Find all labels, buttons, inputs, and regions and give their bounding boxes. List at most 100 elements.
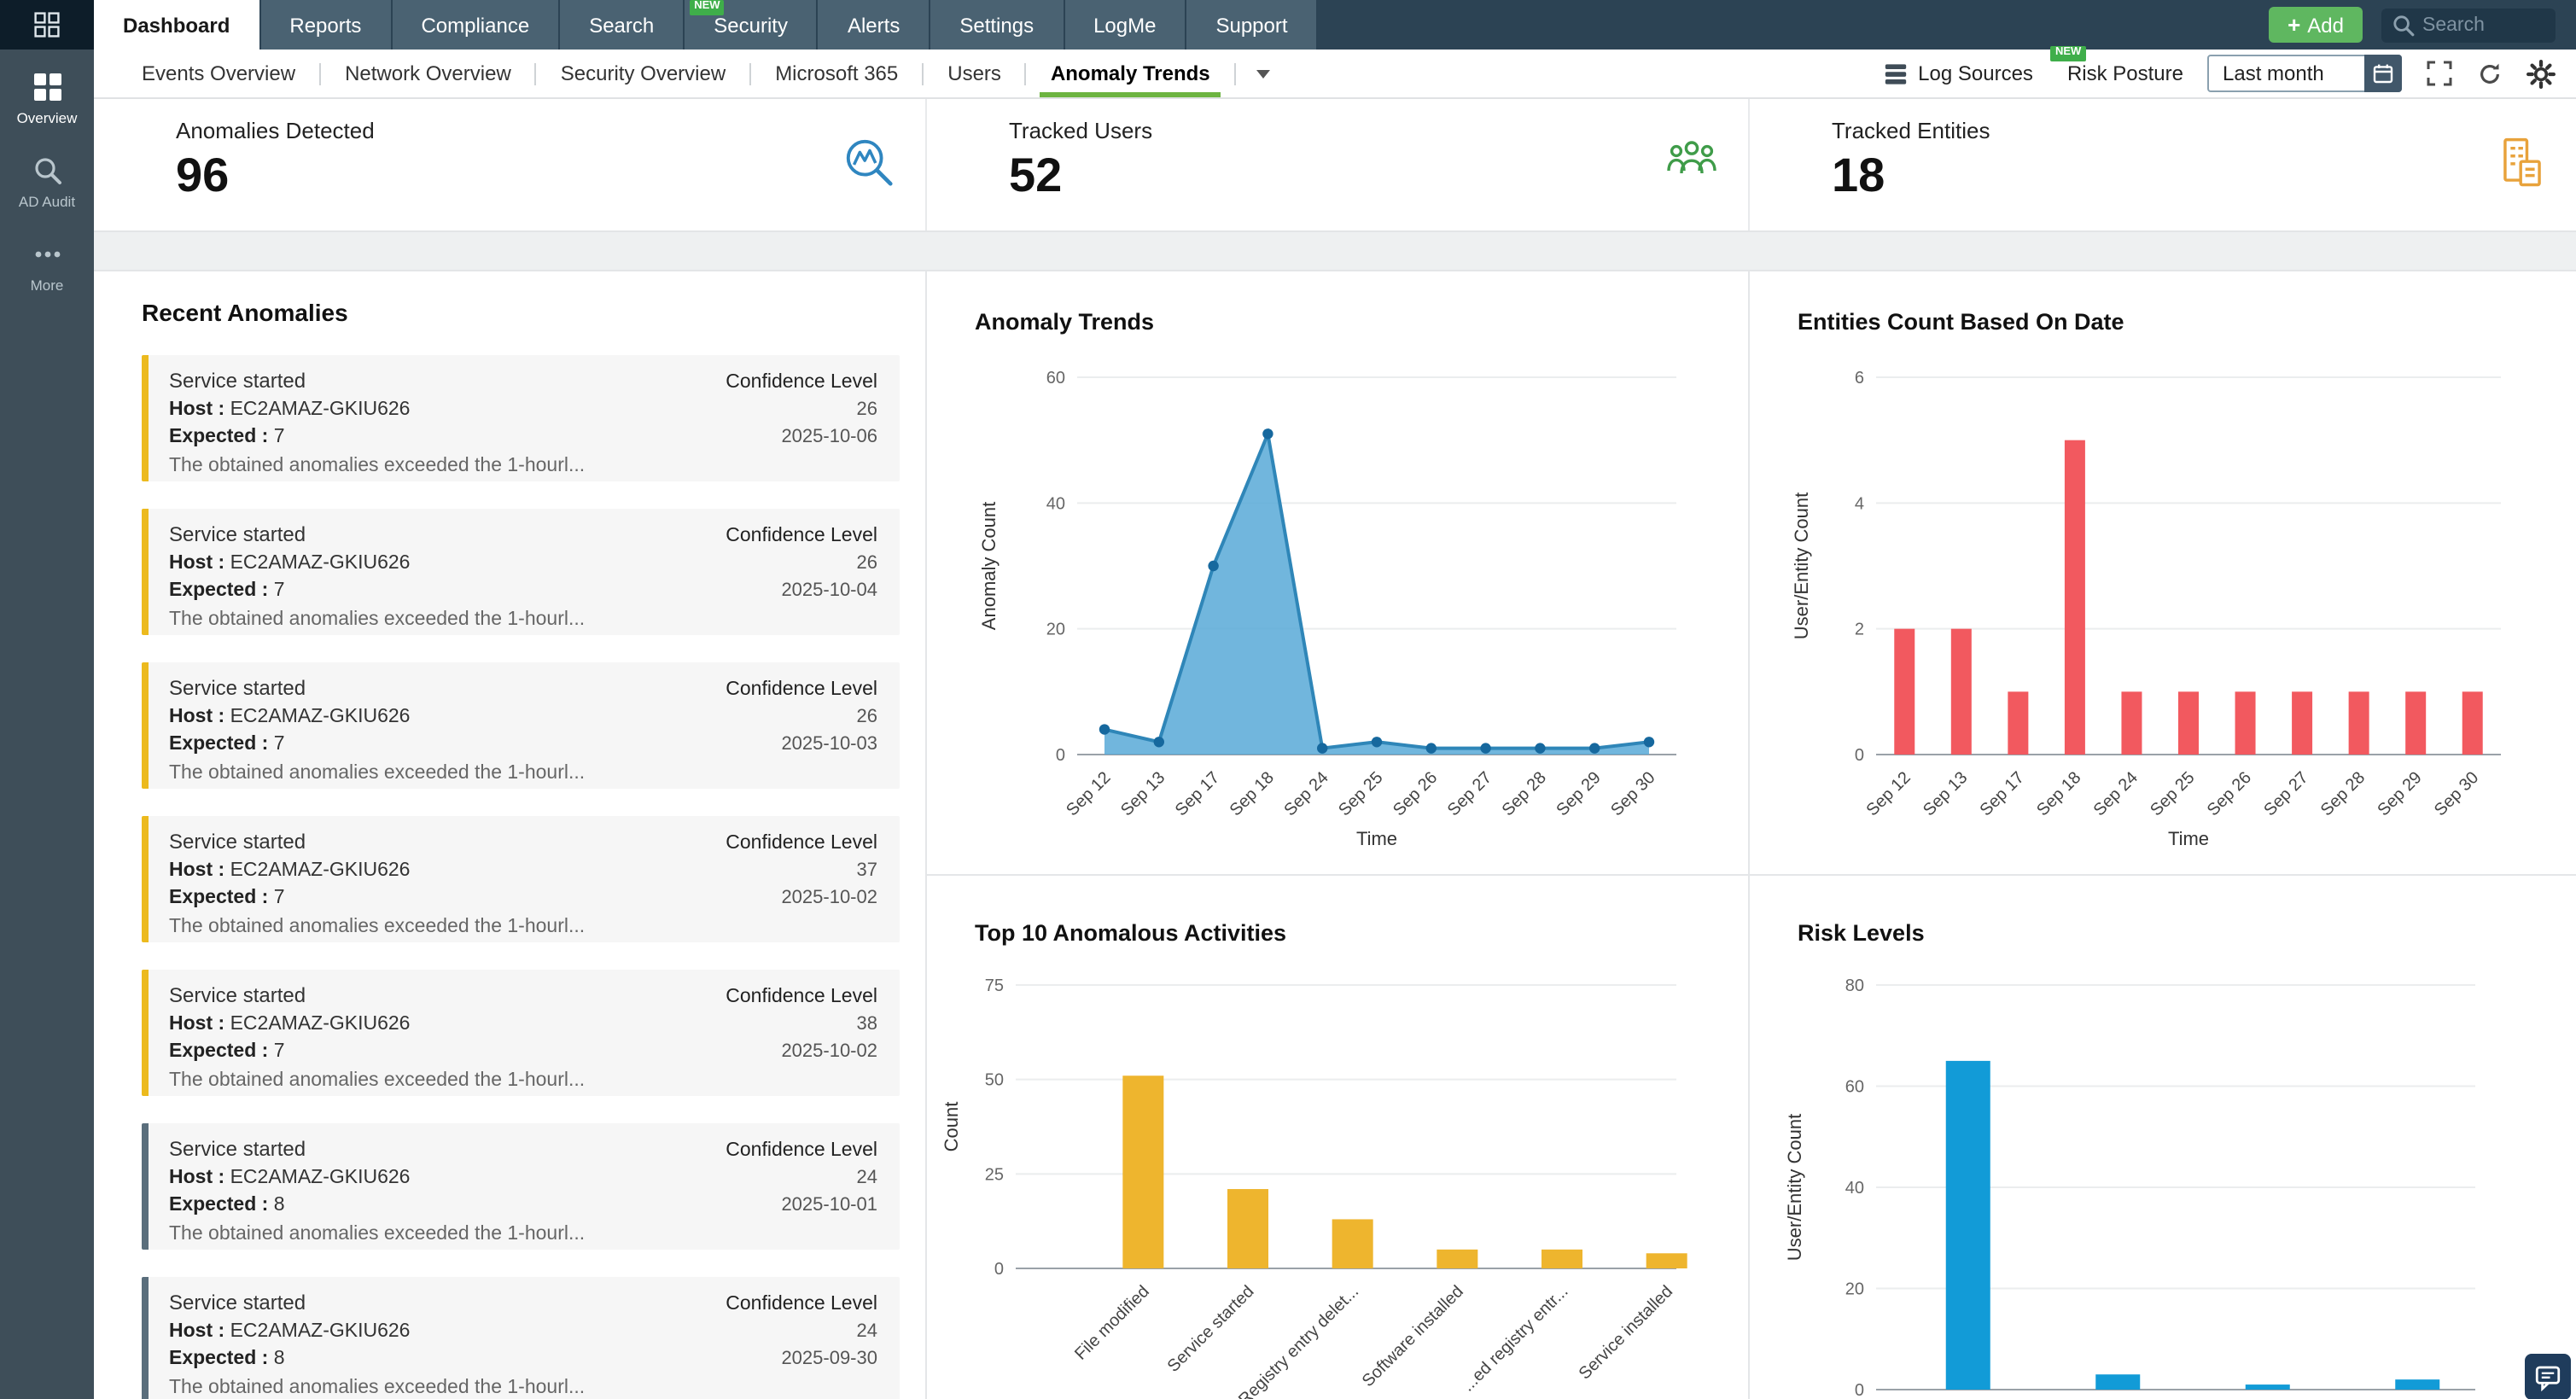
log-sources-button[interactable]: Log Sources xyxy=(1882,61,2033,86)
svg-text:Sep 17: Sep 17 xyxy=(1172,768,1223,819)
anomaly-card[interactable]: Service started Confidence Level Host : EC… xyxy=(142,355,900,481)
stat-tracked-entities[interactable]: Tracked Entities18 xyxy=(1750,99,2576,230)
stat-title: Tracked Users xyxy=(1009,118,1748,143)
svg-text:25: 25 xyxy=(985,1165,1004,1184)
top-tab-compliance[interactable]: Compliance xyxy=(392,0,558,50)
svg-text:60: 60 xyxy=(1845,1078,1864,1097)
stat-anomalies-detected[interactable]: Anomalies Detected96 xyxy=(94,99,927,230)
svg-text:Sep 25: Sep 25 xyxy=(1335,768,1386,819)
subnav-tab-security-overview[interactable]: Security Overview xyxy=(537,50,749,97)
anomaly-card[interactable]: Service startedConfidence LevelHost : EC… xyxy=(142,1277,900,1399)
top-tab-support[interactable]: Support xyxy=(1186,0,1316,50)
refresh-icon xyxy=(2477,61,2503,86)
stat-tracked-users[interactable]: Tracked Users52 xyxy=(927,99,1750,230)
top-tab-settings[interactable]: Settings xyxy=(930,0,1063,50)
confidence-value: 24 xyxy=(857,1164,878,1192)
top-tab-security[interactable]: NEWSecurity xyxy=(685,0,817,50)
top-tab-alerts[interactable]: Alerts xyxy=(819,0,929,50)
sidebar: OverviewAD AuditMore xyxy=(0,50,94,1399)
chart-risk-levels[interactable]: 020406080User/Entity Count xyxy=(1750,876,2576,1399)
subnav-tab-anomaly-trends[interactable]: Anomaly Trends xyxy=(1027,50,1234,97)
app-window: DashboardReportsComplianceSearchNEWSecur… xyxy=(0,0,2576,1399)
svg-text:Sep 18: Sep 18 xyxy=(1227,768,1278,819)
svg-text:Registry entry delet...: Registry entry delet... xyxy=(1235,1282,1362,1399)
sidebar-item-more[interactable]: More xyxy=(0,224,94,307)
users-group-icon xyxy=(1663,135,1721,179)
confidence-label: Confidence Level xyxy=(726,1291,877,1318)
anomaly-event: Service started xyxy=(169,367,306,394)
anomaly-card[interactable]: Service startedConfidence LevelHost : EC… xyxy=(142,816,900,942)
chart-top-activities[interactable]: 0255075CountFile modifiedService started… xyxy=(927,876,1748,1399)
svg-text:60: 60 xyxy=(1046,369,1065,388)
anomaly-expected: Expected : 8 xyxy=(169,1192,285,1219)
entities-building-icon xyxy=(2496,135,2549,191)
svg-text:Software installed: Software installed xyxy=(1359,1282,1467,1390)
subnav-dropdown-button[interactable] xyxy=(1236,50,1291,97)
anomaly-card[interactable]: Service startedConfidence LevelHost : EC… xyxy=(142,509,900,635)
anomaly-host: Host : EC2AMAZ-GKIU626 xyxy=(169,396,411,423)
chart-anomaly-trends[interactable]: 0204060Anomaly CountTimeSep 12Sep 13Sep … xyxy=(927,271,1748,874)
confidence-value: 26 xyxy=(857,550,878,577)
anomaly-card[interactable]: Service startedConfidence LevelHost : EC… xyxy=(142,970,900,1096)
risk-posture-button[interactable]: NEW Risk Posture xyxy=(2067,61,2183,85)
plus-icon: + xyxy=(2288,12,2300,38)
subnav-tab-users[interactable]: Users xyxy=(924,50,1025,97)
fullscreen-icon xyxy=(2426,60,2453,87)
svg-text:Sep 28: Sep 28 xyxy=(2317,768,2369,819)
subnav-tab-network-overview[interactable]: Network Overview xyxy=(321,50,535,97)
subnav-tab-microsoft-365[interactable]: Microsoft 365 xyxy=(751,50,922,97)
svg-text:0: 0 xyxy=(1855,1381,1864,1399)
svg-text:...ed registry entr...: ...ed registry entr... xyxy=(1459,1282,1572,1396)
chat-icon xyxy=(2533,1362,2562,1391)
top-tab-label: LogMe xyxy=(1093,13,1156,37)
anomaly-date: 2025-10-03 xyxy=(781,731,877,758)
top-tab-logme[interactable]: LogMe xyxy=(1064,0,1185,50)
confidence-label: Confidence Level xyxy=(726,369,877,396)
stats-row: Anomalies Detected96Tracked Users52Track… xyxy=(94,99,2576,230)
search-box[interactable] xyxy=(2381,8,2556,42)
sidebar-item-overview[interactable]: Overview xyxy=(0,56,94,140)
add-button[interactable]: + Add xyxy=(2269,7,2363,43)
top-tab-search[interactable]: Search xyxy=(560,0,683,50)
anomaly-description: The obtained anomalies exceeded the 1-ho… xyxy=(169,1221,877,1248)
anomaly-event: Service started xyxy=(169,1135,306,1163)
svg-text:Sep 24: Sep 24 xyxy=(2090,768,2142,819)
anomaly-host: Host : EC2AMAZ-GKIU626 xyxy=(169,703,411,731)
svg-text:Sep 28: Sep 28 xyxy=(1499,768,1550,819)
anomaly-host: Host : EC2AMAZ-GKIU626 xyxy=(169,550,411,577)
confidence-value: 38 xyxy=(857,1011,878,1038)
chart-entities-count[interactable]: 0246User/Entity CountTimeSep 12Sep 13Sep… xyxy=(1750,271,2576,874)
refresh-button[interactable] xyxy=(2477,61,2503,86)
svg-text:80: 80 xyxy=(1845,976,1864,995)
anomaly-card[interactable]: Service startedConfidence LevelHost : EC… xyxy=(142,1123,900,1250)
anomaly-list: Service started Confidence Level Host : EC… xyxy=(142,355,900,1399)
fullscreen-button[interactable] xyxy=(2426,60,2453,87)
top-activities-chart-panel: Top 10 Anomalous Activities 0255075Count… xyxy=(927,874,1748,1399)
top-tabs: DashboardReportsComplianceSearchNEWSecur… xyxy=(94,0,1319,50)
topbar: DashboardReportsComplianceSearchNEWSecur… xyxy=(0,0,2576,50)
anomaly-card[interactable]: Service startedConfidence LevelHost : EC… xyxy=(142,662,900,789)
svg-text:0: 0 xyxy=(1855,746,1864,765)
anomaly-host: Host : EC2AMAZ-GKIU626 xyxy=(169,857,411,884)
anomaly-description: The obtained anomalies exceeded the 1-ho… xyxy=(169,1374,877,1399)
top-tab-reports[interactable]: Reports xyxy=(260,0,390,50)
logo-grid-icon xyxy=(34,12,60,38)
svg-text:Sep 17: Sep 17 xyxy=(1977,768,2028,819)
calendar-button[interactable] xyxy=(2364,55,2402,92)
topbar-right: + Add xyxy=(2269,0,2576,50)
top-tab-dashboard[interactable]: Dashboard xyxy=(94,0,259,50)
dashboard-content: Recent Anomalies Service startedConfiden… xyxy=(94,271,2576,1399)
time-range-value: Last month xyxy=(2209,61,2366,85)
app-logo[interactable] xyxy=(0,0,94,50)
anomaly-event: Service started xyxy=(169,521,306,548)
gear-icon xyxy=(2526,59,2556,88)
feedback-button[interactable] xyxy=(2525,1354,2571,1399)
subnav-tab-events-overview[interactable]: Events Overview xyxy=(118,50,319,97)
settings-gear-button[interactable] xyxy=(2526,59,2556,88)
time-range-select[interactable]: Last month xyxy=(2207,55,2402,92)
sidebar-item-ad-audit[interactable]: AD Audit xyxy=(0,140,94,224)
svg-text:Sep 29: Sep 29 xyxy=(1553,768,1604,819)
subnav-tabs: Events OverviewNetwork OverviewSecurity … xyxy=(118,50,1236,97)
svg-text:75: 75 xyxy=(985,976,1004,995)
middle-column: Anomaly Trends 0204060Anomaly CountTimeS… xyxy=(927,271,1750,1399)
